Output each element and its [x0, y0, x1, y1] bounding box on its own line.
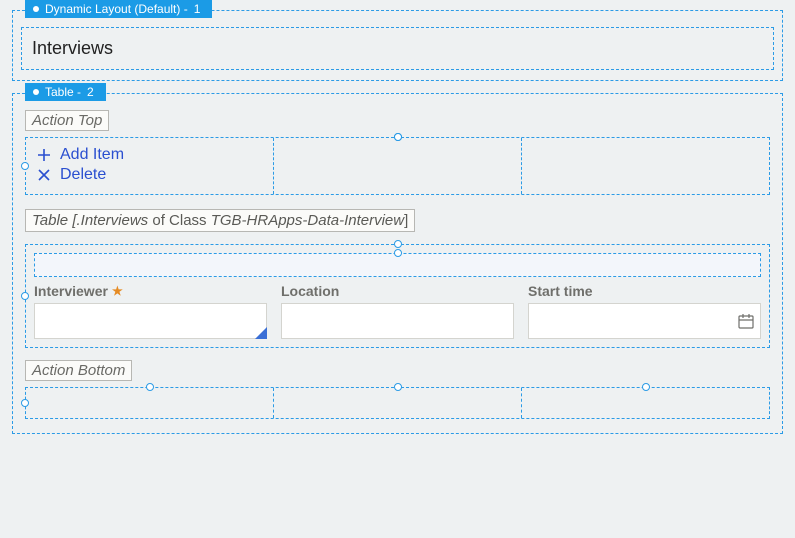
- calendar-icon[interactable]: [737, 312, 755, 330]
- drag-handle-icon[interactable]: [642, 383, 650, 391]
- required-star-icon: ★: [112, 284, 123, 298]
- table-data-area: Interviewer ★ Location St: [25, 244, 770, 348]
- table-section: Table - 2 Action Top Add Item: [12, 93, 783, 434]
- table-meta: Table [.Interviews of Class TGB-HRApps-D…: [25, 209, 415, 232]
- action-cell-2[interactable]: [274, 138, 522, 194]
- label-text: Start time: [528, 283, 593, 299]
- drag-handle-icon[interactable]: [394, 133, 402, 141]
- delete-button[interactable]: Delete: [36, 166, 263, 184]
- dynamic-layout-section: Dynamic Layout (Default) - 1 Interviews: [12, 10, 783, 81]
- action-bottom-grid: [25, 387, 770, 419]
- drag-handle-icon[interactable]: [21, 292, 29, 300]
- action-cell-3[interactable]: [522, 138, 769, 194]
- add-item-label: Add Item: [60, 146, 124, 164]
- action-top-chip: Action Top: [25, 110, 109, 131]
- action-bottom-chip: Action Bottom: [25, 360, 132, 381]
- start-time-input[interactable]: [528, 303, 761, 339]
- plus-icon: [36, 147, 52, 163]
- column-interviewer: Interviewer ★: [34, 283, 267, 339]
- interviewer-input[interactable]: [34, 303, 267, 339]
- add-item-button[interactable]: Add Item: [36, 146, 263, 164]
- drag-handle-icon[interactable]: [21, 162, 29, 170]
- drag-handle-icon[interactable]: [394, 383, 402, 391]
- meta-path: .Interviews: [76, 212, 148, 229]
- action-cell-1[interactable]: Add Item Delete: [26, 138, 274, 194]
- tab-dot-icon: [33, 89, 39, 95]
- close-icon: [36, 167, 52, 183]
- bottom-cell-3[interactable]: [522, 388, 769, 418]
- heading-text: Interviews: [32, 38, 113, 58]
- location-input[interactable]: [281, 303, 514, 339]
- section-tab-dynamic-layout[interactable]: Dynamic Layout (Default) - 1: [25, 0, 212, 18]
- drag-handle-icon[interactable]: [146, 383, 154, 391]
- meta-of: of Class: [148, 212, 211, 229]
- tab-dot-icon: [33, 6, 39, 12]
- table-row: Interviewer ★ Location St: [34, 283, 761, 339]
- table-header-bar[interactable]: [34, 253, 761, 277]
- label-text: Location: [281, 283, 339, 299]
- meta-suffix: ]: [404, 212, 408, 229]
- action-top-grid: Add Item Delete: [25, 137, 770, 195]
- label-text: Interviewer: [34, 283, 108, 299]
- heading-box[interactable]: Interviews: [21, 27, 774, 70]
- column-label: Interviewer ★: [34, 283, 267, 299]
- section-tab-index: 2: [87, 85, 94, 99]
- drag-handle-icon[interactable]: [394, 249, 402, 257]
- column-label: Start time: [528, 283, 761, 299]
- delete-label: Delete: [60, 166, 106, 184]
- section-tab-table[interactable]: Table - 2: [25, 83, 106, 101]
- column-label: Location: [281, 283, 514, 299]
- section-tab-label: Dynamic Layout (Default) -: [45, 2, 188, 16]
- bottom-cell-1[interactable]: [26, 388, 274, 418]
- bottom-cell-2[interactable]: [274, 388, 522, 418]
- meta-prefix: Table [: [32, 212, 76, 229]
- section-tab-label: Table -: [45, 85, 81, 99]
- section-tab-index: 1: [194, 2, 201, 16]
- meta-class: TGB-HRApps-Data-Interview: [211, 212, 404, 229]
- column-start-time: Start time: [528, 283, 761, 339]
- column-location: Location: [281, 283, 514, 339]
- drag-handle-icon[interactable]: [394, 240, 402, 248]
